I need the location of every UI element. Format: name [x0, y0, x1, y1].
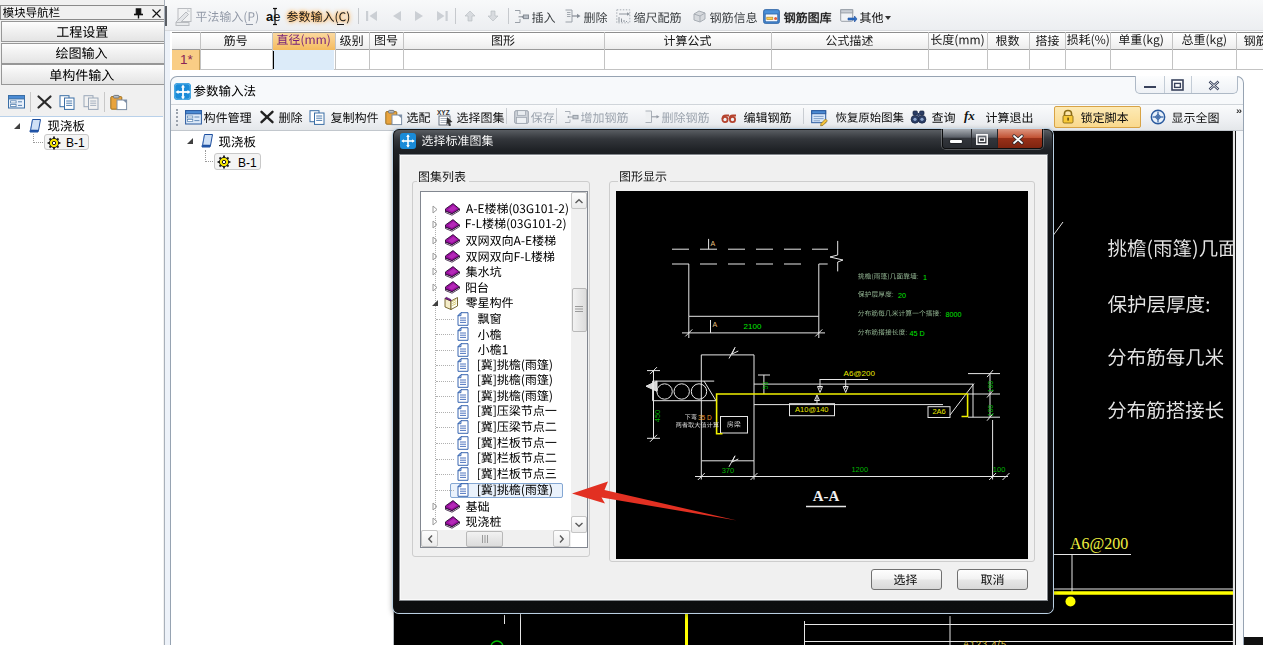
svg-text:XYZ: XYZ — [437, 109, 450, 116]
